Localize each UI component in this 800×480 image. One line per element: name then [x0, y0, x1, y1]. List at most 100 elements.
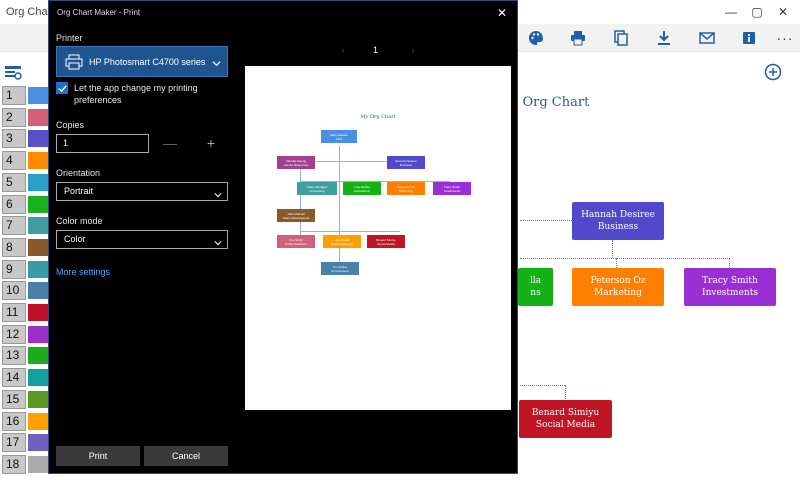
- row-color-swatch[interactable]: [28, 152, 48, 170]
- copies-input[interactable]: 1: [56, 134, 149, 153]
- preview-node: Tracy Smith Investments: [433, 182, 471, 195]
- list-row[interactable]: 5: [2, 172, 48, 192]
- printer-device-icon: [65, 54, 83, 70]
- preview-connector: [300, 231, 400, 232]
- list-settings-icon[interactable]: [4, 64, 22, 82]
- list-row[interactable]: 4: [2, 151, 48, 171]
- cancel-button[interactable]: Cancel: [144, 446, 228, 466]
- row-color-swatch[interactable]: [28, 130, 48, 148]
- row-color-swatch[interactable]: [28, 87, 48, 104]
- more-options-button[interactable]: ···: [774, 28, 796, 48]
- list-row[interactable]: 3: [2, 129, 48, 149]
- node-lisa-partial[interactable]: lla ns: [518, 268, 553, 306]
- row-color-swatch[interactable]: [28, 325, 48, 343]
- list-row[interactable]: 18: [2, 454, 48, 474]
- list-row[interactable]: 15: [2, 389, 48, 409]
- node-peterson-oz[interactable]: Peterson Oz Marketing: [572, 268, 664, 306]
- printing-preferences-label: Let the app change my printing preferenc…: [74, 83, 198, 105]
- palette-icon[interactable]: [525, 28, 547, 48]
- preview-node: Mary Hassan CEO: [321, 130, 357, 143]
- list-row[interactable]: 17: [2, 433, 48, 453]
- orientation-select[interactable]: Portrait: [56, 182, 228, 201]
- previous-page-button[interactable]: ‹: [338, 44, 348, 56]
- row-number: 4: [2, 151, 26, 171]
- node-role: Investments: [702, 288, 758, 298]
- preview-node-role: Human Resources: [283, 162, 309, 167]
- print-dialog: Org Chart Maker - Print ✕ Printer HP Pho…: [48, 0, 518, 474]
- row-number: 3: [2, 129, 26, 149]
- color-mode-label: Color mode: [56, 216, 103, 226]
- mail-icon[interactable]: [696, 28, 718, 48]
- row-color-swatch[interactable]: [28, 260, 48, 278]
- list-row[interactable]: 8: [2, 237, 48, 257]
- printer-icon[interactable]: [567, 28, 589, 48]
- list-row[interactable]: 6: [2, 194, 48, 214]
- printer-name: HP Photosmart C4700 series: [89, 56, 206, 67]
- row-color-swatch[interactable]: [28, 282, 48, 300]
- list-row[interactable]: 7: [2, 216, 48, 236]
- row-color-swatch[interactable]: [28, 304, 48, 321]
- node-role: Business: [597, 222, 639, 232]
- node-hannah-desiree[interactable]: Hannah Desiree Business: [572, 202, 664, 240]
- info-icon[interactable]: [738, 28, 760, 48]
- node-name: Peterson Oz: [590, 276, 646, 286]
- list-row[interactable]: 16: [2, 411, 48, 431]
- preview-node-role: Investments: [443, 188, 461, 193]
- node-benard-simiyu[interactable]: Benard Simiyu Social Media: [519, 400, 612, 438]
- dialog-close-button[interactable]: ✕: [491, 3, 513, 23]
- copies-increment-button[interactable]: +: [203, 134, 219, 153]
- row-color-swatch[interactable]: [28, 347, 48, 365]
- node-tracy-smith[interactable]: Tracy Smith Investments: [684, 268, 776, 306]
- preview-node: Tim Mutiso Procurement: [321, 262, 359, 275]
- preview-node: Lisa Sheilla Acquisitions: [343, 182, 381, 195]
- list-row[interactable]: 2: [2, 107, 48, 127]
- list-row[interactable]: 1: [2, 86, 48, 105]
- row-color-swatch[interactable]: [28, 195, 48, 213]
- add-node-icon[interactable]: [764, 63, 782, 81]
- row-number: 11: [2, 303, 26, 322]
- row-number: 16: [2, 411, 26, 431]
- row-color-swatch[interactable]: [28, 412, 48, 430]
- copy-icon[interactable]: [610, 28, 632, 48]
- copies-decrement-button[interactable]: —: [162, 134, 178, 153]
- row-color-swatch[interactable]: [28, 390, 48, 408]
- more-settings-link[interactable]: More settings: [56, 267, 110, 277]
- list-row[interactable]: 9: [2, 259, 48, 279]
- printer-select[interactable]: HP Photosmart C4700 series: [56, 46, 228, 77]
- row-number: 8: [2, 237, 26, 257]
- close-app-button[interactable]: ✕: [766, 0, 800, 24]
- download-icon[interactable]: [653, 28, 675, 48]
- list-row[interactable]: 11: [2, 303, 48, 322]
- row-number: 13: [2, 346, 26, 366]
- page-number: 1: [373, 45, 379, 55]
- color-mode-select[interactable]: Color: [56, 230, 228, 249]
- row-number: 17: [2, 433, 26, 453]
- list-row[interactable]: 13: [2, 346, 48, 366]
- row-color-swatch[interactable]: [28, 455, 48, 473]
- color-mode-value: Color: [64, 234, 86, 244]
- list-row[interactable]: 12: [2, 324, 48, 344]
- row-color-swatch[interactable]: [28, 173, 48, 191]
- row-color-swatch[interactable]: [28, 238, 48, 256]
- preview-node-role: Social Media: [377, 241, 395, 246]
- printing-preferences-checkbox[interactable]: [56, 82, 68, 94]
- node-role: Marketing: [594, 288, 642, 298]
- list-row[interactable]: 14: [2, 368, 48, 388]
- row-color-swatch[interactable]: [28, 369, 48, 387]
- preview-connector: [300, 168, 301, 238]
- print-button[interactable]: Print: [56, 446, 140, 466]
- row-color-swatch[interactable]: [28, 108, 48, 126]
- preview-node-role: Global Research: [330, 241, 354, 246]
- next-page-button[interactable]: ›: [408, 44, 418, 56]
- preview-node-role: Public Relations: [285, 241, 307, 246]
- connector-line: [520, 258, 730, 259]
- node-name: Tracy Smith: [702, 276, 758, 286]
- row-color-swatch[interactable]: [28, 217, 48, 235]
- preview-node-role: Acquisitions: [353, 188, 370, 193]
- chart-title: y Org Chart: [511, 95, 590, 110]
- preview-node: Peterson Oz Marketing: [387, 182, 425, 195]
- list-row[interactable]: 10: [2, 281, 48, 301]
- row-number: 6: [2, 194, 26, 214]
- row-number: 2: [2, 107, 26, 127]
- row-color-swatch[interactable]: [28, 434, 48, 452]
